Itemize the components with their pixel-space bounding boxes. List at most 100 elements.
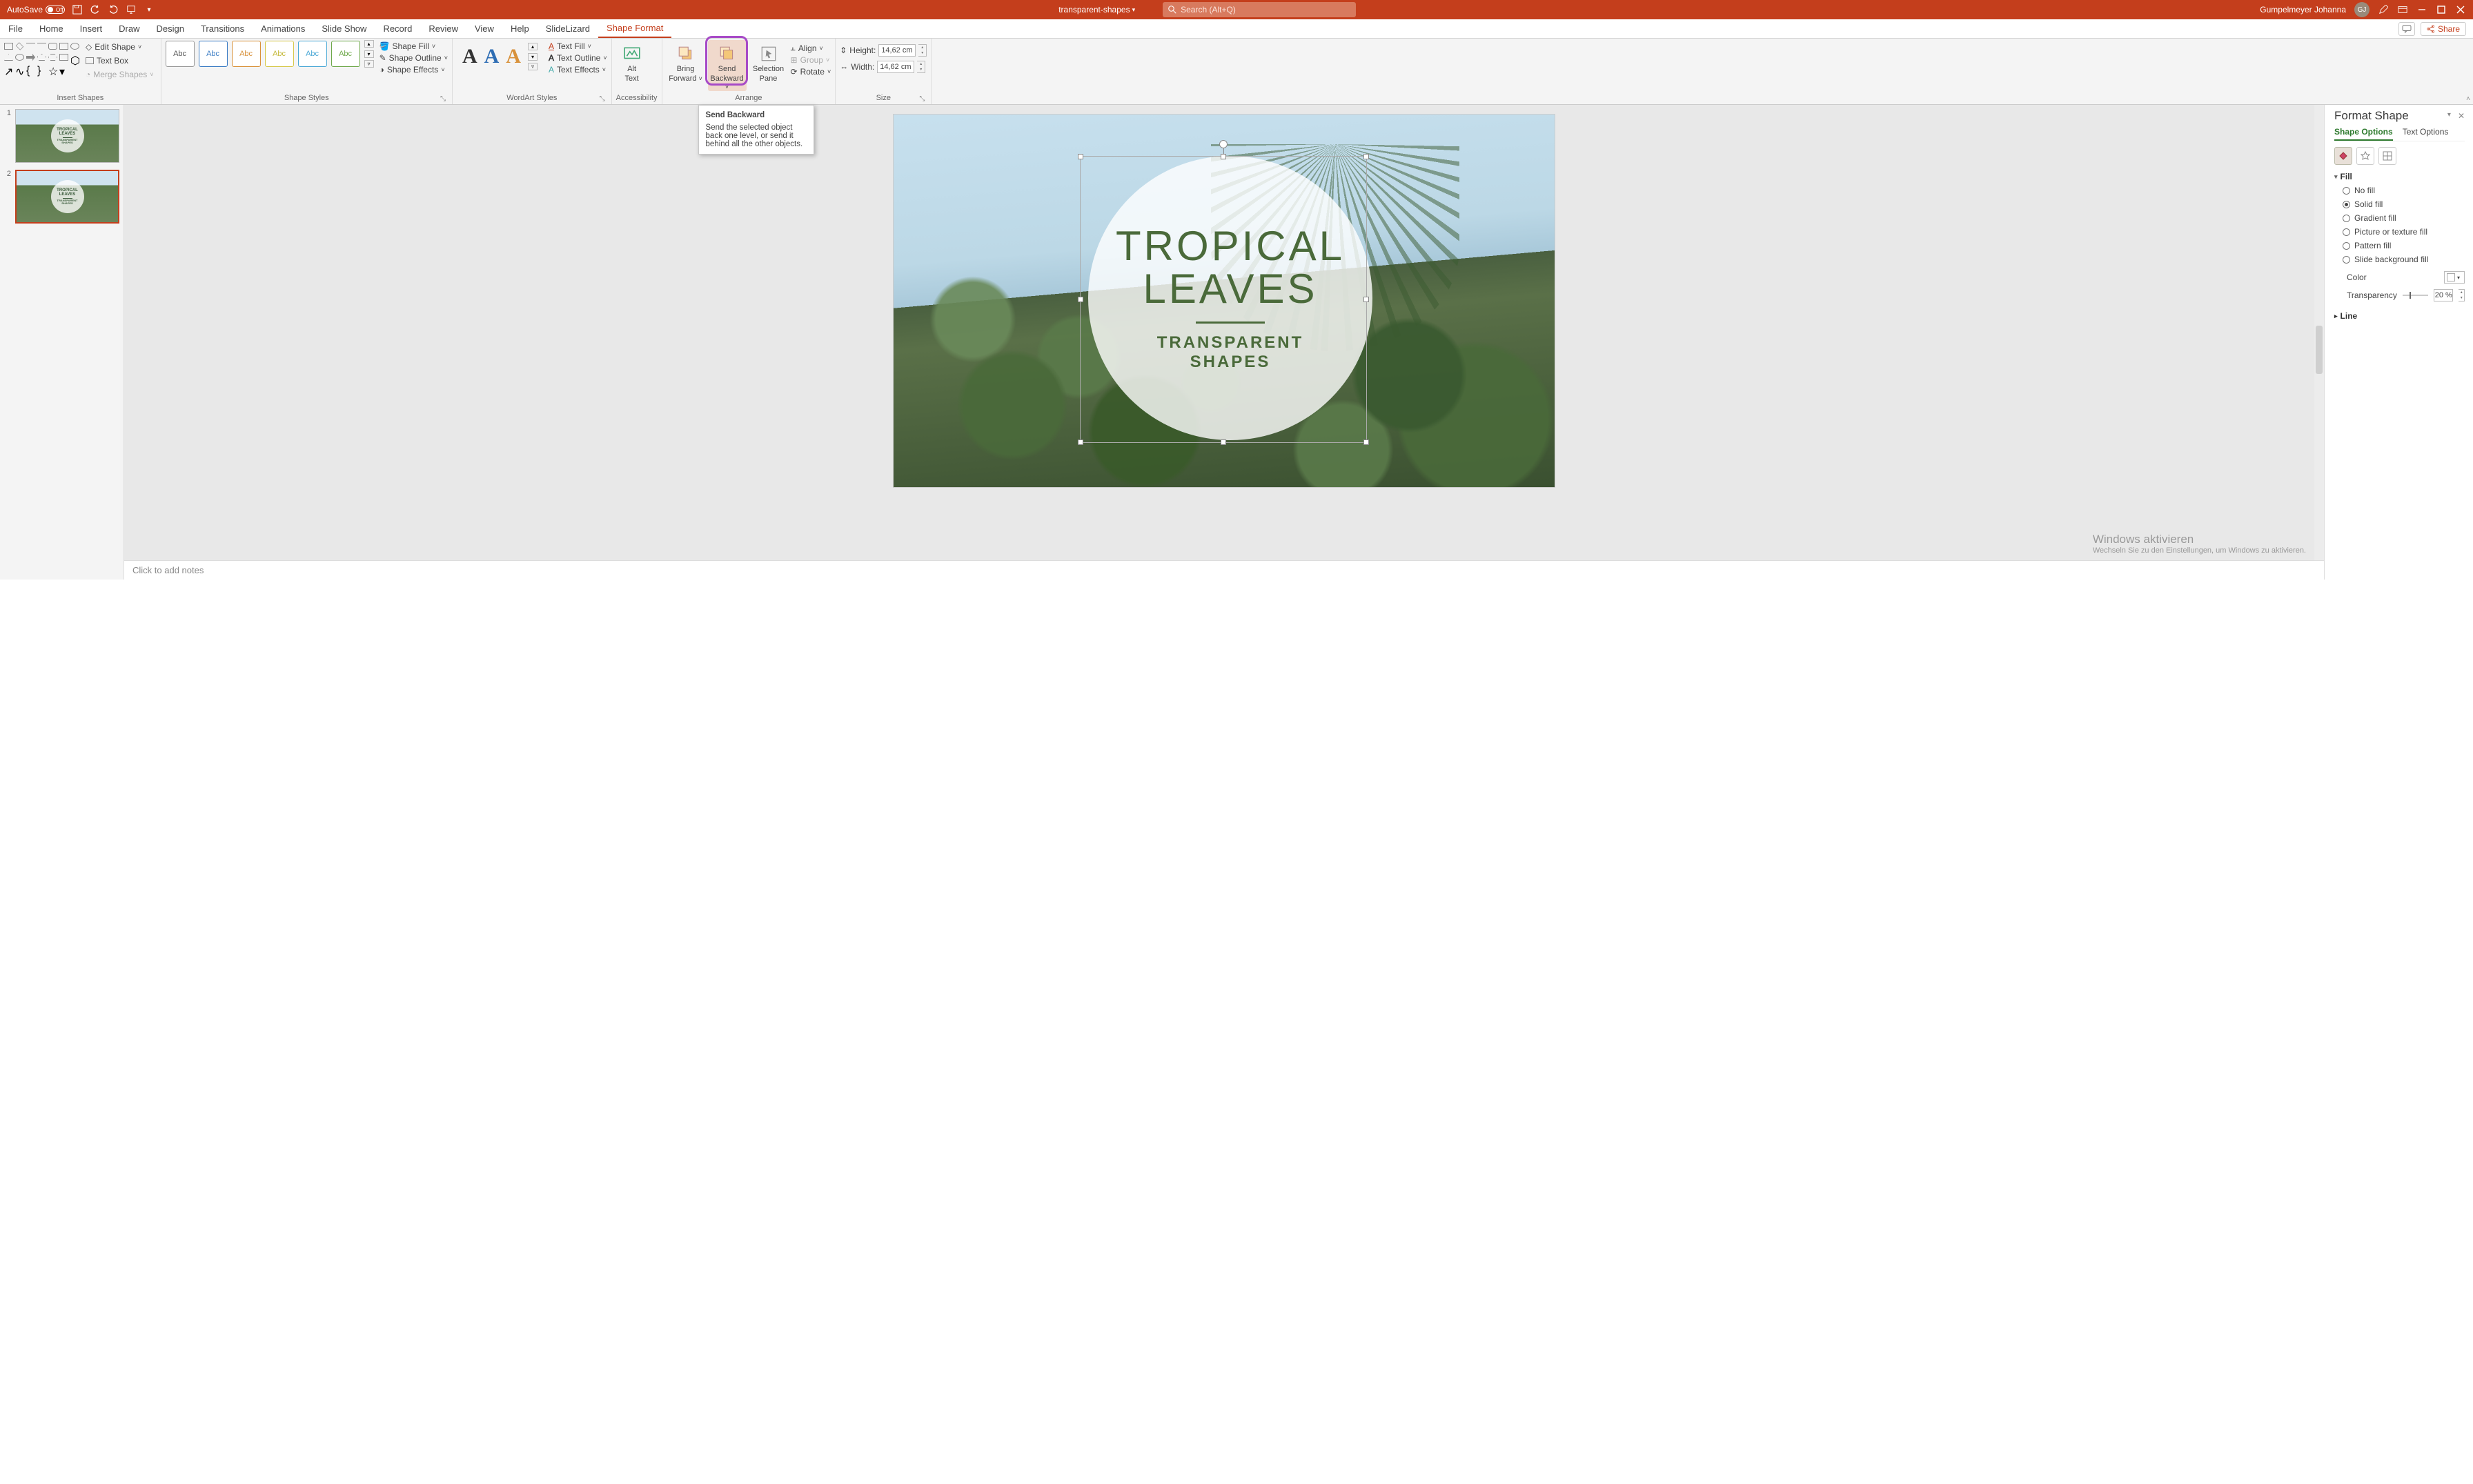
radio-no-fill[interactable]: No fill — [2343, 186, 2465, 195]
resize-handle[interactable] — [1363, 154, 1369, 159]
transparency-spinner[interactable]: ▴▾ — [2459, 289, 2465, 301]
selection-box[interactable] — [1080, 156, 1367, 443]
share-button[interactable]: Share — [2421, 22, 2466, 36]
user-avatar[interactable]: GJ — [2354, 2, 2369, 17]
ribbon-display-icon[interactable] — [2397, 4, 2408, 15]
tab-review[interactable]: Review — [420, 19, 466, 38]
tab-shape-options[interactable]: Shape Options — [2334, 127, 2393, 141]
line-section-toggle[interactable]: ▸Line — [2334, 311, 2465, 321]
tab-transitions[interactable]: Transitions — [193, 19, 253, 38]
slide-canvas-area[interactable]: TROPICAL LEAVES TRANSPARENT SHAPES — [124, 105, 2324, 580]
style-swatch-4[interactable]: Abc — [265, 41, 294, 67]
tab-text-options[interactable]: Text Options — [2403, 127, 2449, 141]
dialog-launcher-icon[interactable]: ⤡ — [439, 95, 447, 103]
tab-draw[interactable]: Draw — [110, 19, 148, 38]
align-button[interactable]: ⫠Align ˅ — [791, 43, 831, 53]
fill-section-toggle[interactable]: ▾Fill — [2334, 172, 2465, 181]
width-input[interactable]: 14,62 cm — [877, 61, 914, 73]
text-effects-button[interactable]: AText Effects ˅ — [549, 65, 607, 75]
resize-handle[interactable] — [1221, 439, 1226, 445]
shape-outline-button[interactable]: ✎Shape Outline ˅ — [380, 53, 448, 63]
present-from-beginning-icon[interactable] — [126, 4, 137, 15]
dialog-launcher-icon[interactable]: ⤡ — [918, 95, 926, 103]
pen-icon[interactable] — [2378, 4, 2389, 15]
tab-slideshow[interactable]: Slide Show — [313, 19, 375, 38]
shapes-gallery[interactable]: ⬡ ↗∿{}☆▾ — [4, 40, 80, 75]
resize-handle[interactable] — [1078, 154, 1083, 159]
vertical-scrollbar[interactable] — [2314, 105, 2324, 560]
tab-animations[interactable]: Animations — [253, 19, 313, 38]
pane-close-icon[interactable]: ✕ — [2458, 111, 2465, 121]
fill-line-category-icon[interactable] — [2334, 147, 2352, 165]
slide-thumbnail-1[interactable]: TROPICAL LEAVES TRANSPARENT SHAPES — [15, 109, 119, 163]
shape-effects-button[interactable]: ◑Shape Effects ˅ — [380, 65, 448, 75]
style-swatch-2[interactable]: Abc — [199, 41, 228, 67]
pane-dropdown-icon[interactable]: ▾ — [2447, 111, 2451, 121]
document-name[interactable]: transparent-shapes ▾ — [1058, 5, 1135, 14]
width-spinner[interactable]: ▴▾ — [917, 61, 925, 73]
style-swatch-6[interactable]: Abc — [331, 41, 360, 67]
collapse-ribbon-icon[interactable]: ˄ — [2466, 95, 2470, 103]
tab-home[interactable]: Home — [31, 19, 72, 38]
alt-text-button[interactable]: Alt Text — [616, 40, 648, 83]
bring-forward-button[interactable]: Bring Forward ˅ — [667, 40, 705, 83]
text-fill-button[interactable]: AText Fill ˅ — [549, 41, 607, 51]
slide-thumbnail-2[interactable]: TROPICAL LEAVES TRANSPARENT SHAPES — [15, 170, 119, 224]
radio-gradient-fill[interactable]: Gradient fill — [2343, 213, 2465, 223]
resize-handle[interactable] — [1363, 297, 1369, 302]
tab-record[interactable]: Record — [375, 19, 420, 38]
selection-pane-button[interactable]: Selection Pane — [749, 40, 788, 83]
slide-canvas[interactable]: TROPICAL LEAVES TRANSPARENT SHAPES — [894, 115, 1555, 487]
qat-more-icon[interactable]: ▾ — [144, 4, 155, 15]
autosave-toggle[interactable]: AutoSave Off — [7, 5, 65, 14]
text-outline-button[interactable]: AText Outline ˅ — [549, 53, 607, 63]
style-swatch-1[interactable]: Abc — [166, 41, 195, 67]
size-properties-category-icon[interactable] — [2378, 147, 2396, 165]
radio-slide-bg-fill[interactable]: Slide background fill — [2343, 255, 2465, 264]
tab-design[interactable]: Design — [148, 19, 193, 38]
resize-handle[interactable] — [1078, 439, 1083, 445]
shape-style-gallery[interactable]: Abc Abc Abc Abc Abc Abc ▴▾▿ — [166, 40, 374, 68]
rotate-button[interactable]: ⟳Rotate ˅ — [791, 67, 831, 77]
search-box[interactable] — [1163, 2, 1356, 17]
resize-handle[interactable] — [1363, 439, 1369, 445]
tab-insert[interactable]: Insert — [72, 19, 111, 38]
height-spinner[interactable]: ▴▾ — [918, 44, 927, 57]
resize-handle[interactable] — [1078, 297, 1083, 302]
transparency-input[interactable]: 20 % — [2434, 289, 2453, 301]
style-swatch-5[interactable]: Abc — [298, 41, 327, 67]
rotate-handle[interactable] — [1219, 140, 1228, 148]
effects-category-icon[interactable] — [2356, 147, 2374, 165]
wordart-gallery-scroll[interactable]: ▴▾▿ — [528, 43, 538, 70]
resize-handle[interactable] — [1221, 154, 1226, 159]
close-icon[interactable] — [2455, 4, 2466, 15]
wordart-swatch-2[interactable]: A — [484, 45, 500, 68]
send-backward-button[interactable]: Send Backward ˅ — [708, 40, 747, 91]
gallery-scroll[interactable]: ▴▾▿ — [364, 40, 374, 68]
scrollbar-thumb[interactable] — [2316, 326, 2323, 374]
wordart-swatch-3[interactable]: A — [506, 45, 521, 68]
tab-slidelizard[interactable]: SlideLizard — [538, 19, 598, 38]
maximize-icon[interactable] — [2436, 4, 2447, 15]
wordart-gallery[interactable]: A A A ▴▾▿ — [457, 40, 543, 73]
tab-view[interactable]: View — [466, 19, 502, 38]
height-input[interactable]: 14,62 cm — [878, 44, 916, 57]
tab-file[interactable]: File — [0, 19, 31, 38]
dialog-launcher-icon[interactable]: ⤡ — [598, 95, 607, 103]
transparency-slider[interactable] — [2403, 295, 2428, 296]
radio-pattern-fill[interactable]: Pattern fill — [2343, 241, 2465, 250]
text-box-button[interactable]: Text Box — [83, 55, 157, 66]
search-input[interactable] — [1181, 5, 1350, 14]
radio-solid-fill[interactable]: Solid fill — [2343, 199, 2465, 209]
undo-icon[interactable] — [90, 4, 101, 15]
save-icon[interactable] — [72, 4, 83, 15]
comments-button[interactable] — [2398, 22, 2415, 36]
notes-pane[interactable]: Click to add notes — [124, 560, 2324, 580]
style-swatch-3[interactable]: Abc — [232, 41, 261, 67]
wordart-swatch-1[interactable]: A — [462, 45, 477, 68]
tab-shapeformat[interactable]: Shape Format — [598, 19, 671, 38]
radio-picture-fill[interactable]: Picture or texture fill — [2343, 227, 2465, 237]
edit-shape-button[interactable]: ◇Edit Shape ˅ — [83, 41, 157, 52]
tab-help[interactable]: Help — [502, 19, 538, 38]
minimize-icon[interactable] — [2416, 4, 2427, 15]
